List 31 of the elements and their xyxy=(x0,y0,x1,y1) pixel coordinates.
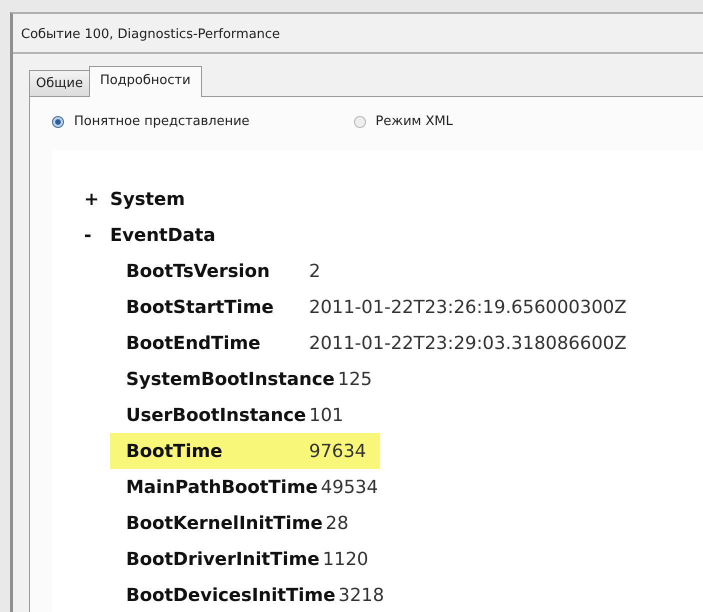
field-name: UserBootInstance xyxy=(126,404,306,426)
radio-button[interactable] xyxy=(354,116,366,128)
tree-node-label: System xyxy=(110,188,185,210)
field-name: SystemBootInstance xyxy=(126,368,335,390)
field-name: BootTsVersion xyxy=(126,260,271,282)
field-name: BootKernelInitTime xyxy=(126,512,323,534)
radio-button[interactable] xyxy=(52,116,64,128)
tab[interactable]: Общие xyxy=(29,70,90,97)
field-value: 1120 xyxy=(322,548,368,570)
field-name: MainPathBootTime xyxy=(126,476,318,498)
field-value: 2011-01-22T23:29:03.318086600Z xyxy=(309,332,627,354)
field-value: 2 xyxy=(309,260,320,282)
field-value: 28 xyxy=(326,512,349,534)
field-value: 49534 xyxy=(320,476,378,498)
field-value: 97634 xyxy=(309,440,366,462)
expand-toggle[interactable]: + xyxy=(84,188,110,210)
field-name: BootStartTime xyxy=(126,296,275,318)
field-value: 125 xyxy=(338,368,372,390)
radio-label[interactable]: Понятное представление xyxy=(74,114,250,129)
field-value: 2011-01-22T23:26:19.656000300Z xyxy=(309,296,627,318)
radio-label[interactable]: Режим XML xyxy=(376,114,453,129)
collapse-toggle[interactable]: - xyxy=(84,224,110,246)
field-name: BootTime xyxy=(126,440,224,462)
window-title: Событие 100, Diagnostics-Performance xyxy=(13,14,703,54)
tab[interactable]: Подробности xyxy=(88,66,202,97)
field-value: 101 xyxy=(309,404,344,426)
tree-node-label: EventData xyxy=(110,224,216,246)
field-name: BootDevicesInitTime xyxy=(126,584,336,606)
field-value: 3218 xyxy=(338,584,384,606)
field-name: BootEndTime xyxy=(126,332,262,354)
field-name: BootDriverInitTime xyxy=(126,548,320,570)
